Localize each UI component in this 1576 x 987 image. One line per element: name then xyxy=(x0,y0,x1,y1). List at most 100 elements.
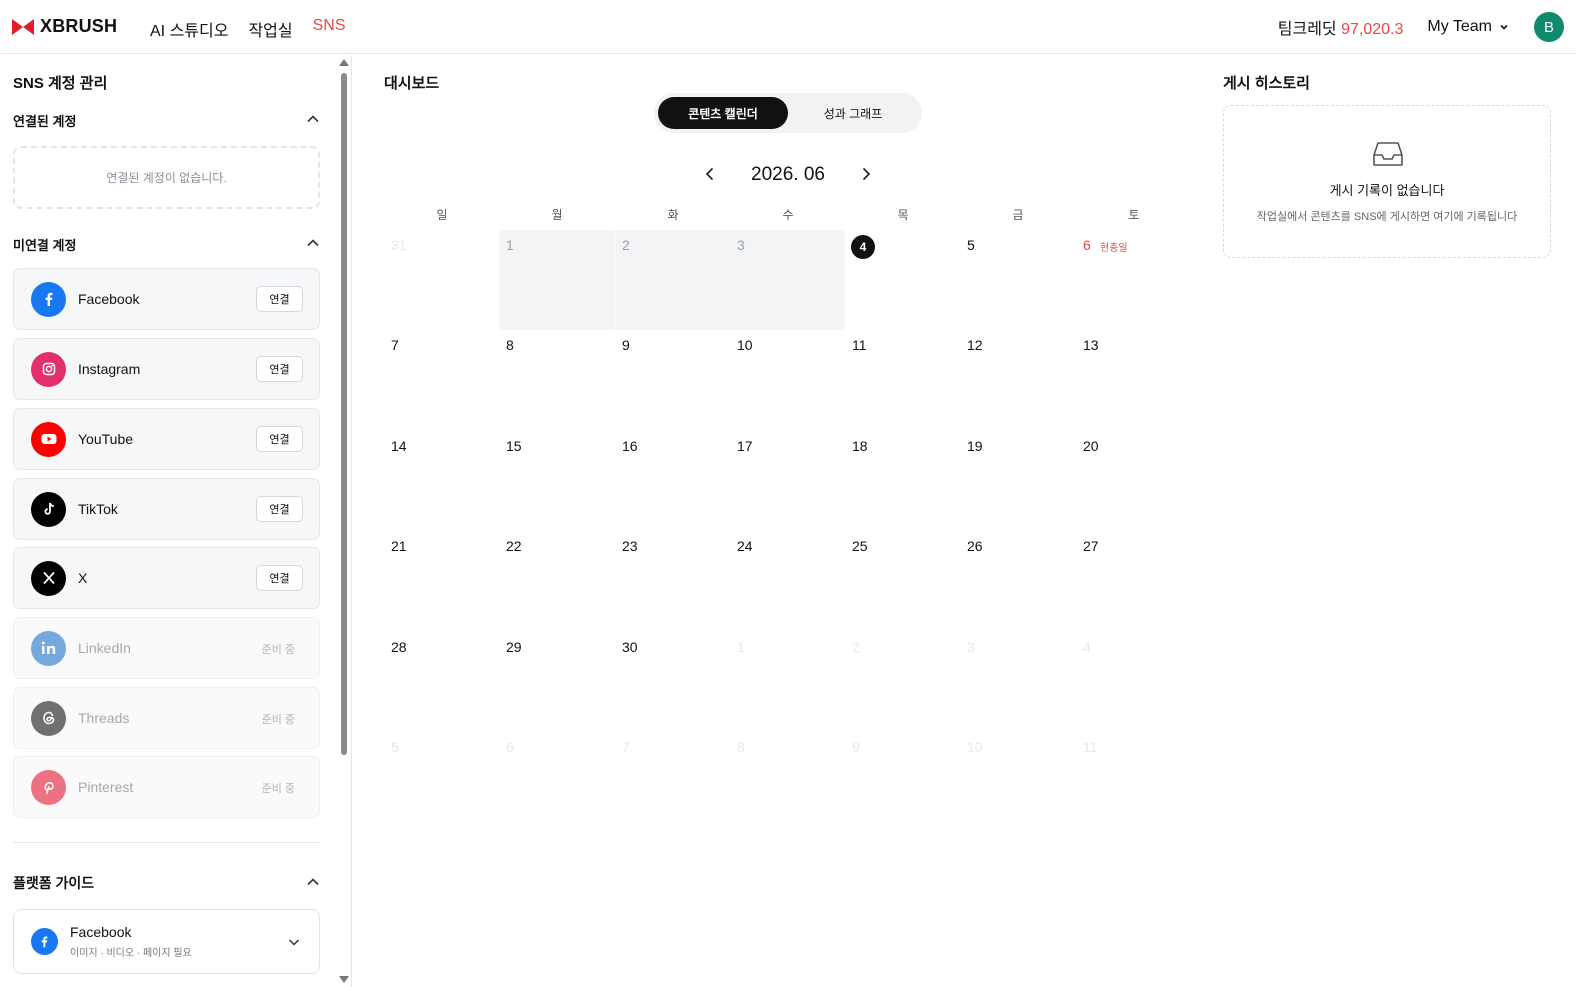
calendar-day[interactable]: 1 xyxy=(730,632,845,732)
sns-account-panel: SNS 계정 관리 연결된 계정 연결된 계정이 없습니다. 미연결 계정 Fa… xyxy=(0,55,352,987)
connect-button[interactable]: 연결 xyxy=(256,496,303,522)
calendar-day[interactable]: 25 xyxy=(845,531,960,631)
nav-sns[interactable]: SNS xyxy=(313,17,346,41)
scroll-thumb[interactable] xyxy=(341,73,347,755)
connected-empty: 연결된 계정이 없습니다. xyxy=(13,146,320,209)
chevron-right-icon[interactable] xyxy=(858,166,874,182)
calendar-day[interactable]: 5 xyxy=(384,732,499,832)
dashboard-title: 대시보드 xyxy=(384,75,440,92)
calendar-day[interactable]: 24 xyxy=(730,531,845,631)
calendar-day[interactable]: 1 xyxy=(499,230,614,330)
calendar-day[interactable]: 16 xyxy=(615,431,730,531)
day-number: 9 xyxy=(622,337,630,353)
calendar-day[interactable]: 27 xyxy=(1076,531,1191,631)
credit-value: 97,020.3 xyxy=(1341,21,1404,38)
calendar-day[interactable]: 3 xyxy=(730,230,845,330)
weekday-label: 월 xyxy=(551,208,563,222)
calendar-day[interactable]: 2 xyxy=(845,632,960,732)
threads-icon xyxy=(31,700,66,736)
connect-button[interactable]: 연결 xyxy=(256,356,303,382)
chevron-up-icon[interactable] xyxy=(306,875,320,889)
calendar-day[interactable]: 18 xyxy=(845,431,960,531)
calendar-day[interactable]: 11 xyxy=(845,330,960,430)
calendar-day[interactable]: 10 xyxy=(730,330,845,430)
calendar-day[interactable]: 6 xyxy=(499,732,614,832)
day-number: 2 xyxy=(852,639,860,655)
day-number: 26 xyxy=(967,538,983,554)
calendar-day[interactable]: 9 xyxy=(845,732,960,832)
calendar-day[interactable]: 7 xyxy=(615,732,730,832)
facebook-icon xyxy=(31,281,66,317)
calendar-day[interactable]: 6 현충일 xyxy=(1076,230,1191,330)
history-empty-desc: 작업실에서 콘텐츠를 SNS에 게시하면 여기에 기록됩니다 xyxy=(1256,211,1518,223)
calendar-day[interactable]: 12 xyxy=(960,330,1075,430)
connect-button[interactable]: 연결 xyxy=(256,565,303,591)
connect-button[interactable]: 연결 xyxy=(256,426,303,452)
day-number: 10 xyxy=(737,337,753,353)
calendar-day[interactable]: 31 xyxy=(384,230,499,330)
guide-item-facebook[interactable]: Facebook 이미지 · 비디오 · 페이지 필요 xyxy=(13,909,320,974)
calendar-day[interactable]: 26 xyxy=(960,531,1075,631)
calendar-day[interactable]: 21 xyxy=(384,531,499,631)
linkedin-icon xyxy=(31,630,66,666)
calendar-day[interactable]: 14 xyxy=(384,431,499,531)
calendar-day[interactable]: 13 xyxy=(1076,330,1191,430)
day-number: 19 xyxy=(967,438,983,454)
calendar-day[interactable]: 30 xyxy=(615,632,730,732)
guide-desc: 이미지 · 비디오 · 페이지 필요 xyxy=(70,948,192,959)
day-number: 16 xyxy=(622,438,638,454)
calendar-day[interactable]: 9 xyxy=(615,330,730,430)
day-number: 22 xyxy=(506,538,522,554)
team-selector[interactable]: My Team xyxy=(1427,18,1510,36)
calendar-day[interactable]: 7 xyxy=(384,330,499,430)
day-number: 23 xyxy=(622,538,638,554)
calendar-day[interactable]: 20 xyxy=(1076,431,1191,531)
calendar-day[interactable]: 22 xyxy=(499,531,614,631)
guide-name: Facebook xyxy=(70,924,132,940)
account-card-tiktok: TikTok 연결 xyxy=(13,478,320,540)
calendar-day[interactable]: 8 xyxy=(730,732,845,832)
calendar-day[interactable]: 19 xyxy=(960,431,1075,531)
calendar-day[interactable]: 17 xyxy=(730,431,845,531)
view-toggle: 콘텐츠 캘린더 성과 그래프 xyxy=(654,93,922,133)
guide-section-title: 플랫폼 가이드 xyxy=(13,875,95,891)
account-name: Pinterest xyxy=(78,779,134,795)
calendar-day[interactable]: 8 xyxy=(499,330,614,430)
calendar-day[interactable]: 28 xyxy=(384,632,499,732)
history-title: 게시 히스토리 xyxy=(1223,75,1310,92)
tab-content-calendar[interactable]: 콘텐츠 캘린더 xyxy=(658,97,788,129)
account-card-instagram: Instagram 연결 xyxy=(13,338,320,400)
nav-workroom[interactable]: 작업실 xyxy=(248,17,292,41)
calendar-day[interactable]: 23 xyxy=(615,531,730,631)
calendar-day[interactable]: 11 xyxy=(1076,732,1191,832)
calendar-day[interactable]: 10 xyxy=(960,732,1075,832)
calendar-day[interactable]: 2 xyxy=(615,230,730,330)
account-card-threads: Threads 준비 중 xyxy=(13,687,320,749)
calendar-day[interactable]: 15 xyxy=(499,431,614,531)
day-number: 5 xyxy=(967,237,975,253)
coming-soon-label: 준비 중 xyxy=(261,783,295,795)
connect-button[interactable]: 연결 xyxy=(256,286,303,312)
scroll-up-arrow[interactable] xyxy=(339,59,349,66)
calendar-day[interactable]: 4 xyxy=(845,230,960,330)
instagram-icon xyxy=(31,351,66,387)
scrollbar[interactable] xyxy=(338,59,350,983)
scroll-down-arrow[interactable] xyxy=(339,976,349,983)
top-bar: XBRUSH AI 스튜디오 작업실 SNS 팀크레딧 97,020.3 My … xyxy=(0,0,1576,54)
calendar-day[interactable]: 4 xyxy=(1076,632,1191,732)
logo[interactable]: XBRUSH xyxy=(12,16,117,37)
avatar[interactable]: B xyxy=(1534,12,1564,42)
account-card-x: X 연결 xyxy=(13,547,320,609)
calendar-day[interactable]: 5 xyxy=(960,230,1075,330)
facebook-icon xyxy=(31,928,58,955)
day-number: 27 xyxy=(1083,538,1099,554)
calendar-day[interactable]: 3 xyxy=(960,632,1075,732)
chevron-up-icon[interactable] xyxy=(306,236,320,250)
account-card-youtube: YouTube 연결 xyxy=(13,408,320,470)
day-number: 3 xyxy=(967,639,975,655)
chevron-up-icon[interactable] xyxy=(306,112,320,126)
tab-performance-graph[interactable]: 성과 그래프 xyxy=(788,97,918,129)
calendar-day[interactable]: 29 xyxy=(499,632,614,732)
nav-ai-studio[interactable]: AI 스튜디오 xyxy=(150,17,228,41)
day-number: 4 xyxy=(1083,639,1091,655)
